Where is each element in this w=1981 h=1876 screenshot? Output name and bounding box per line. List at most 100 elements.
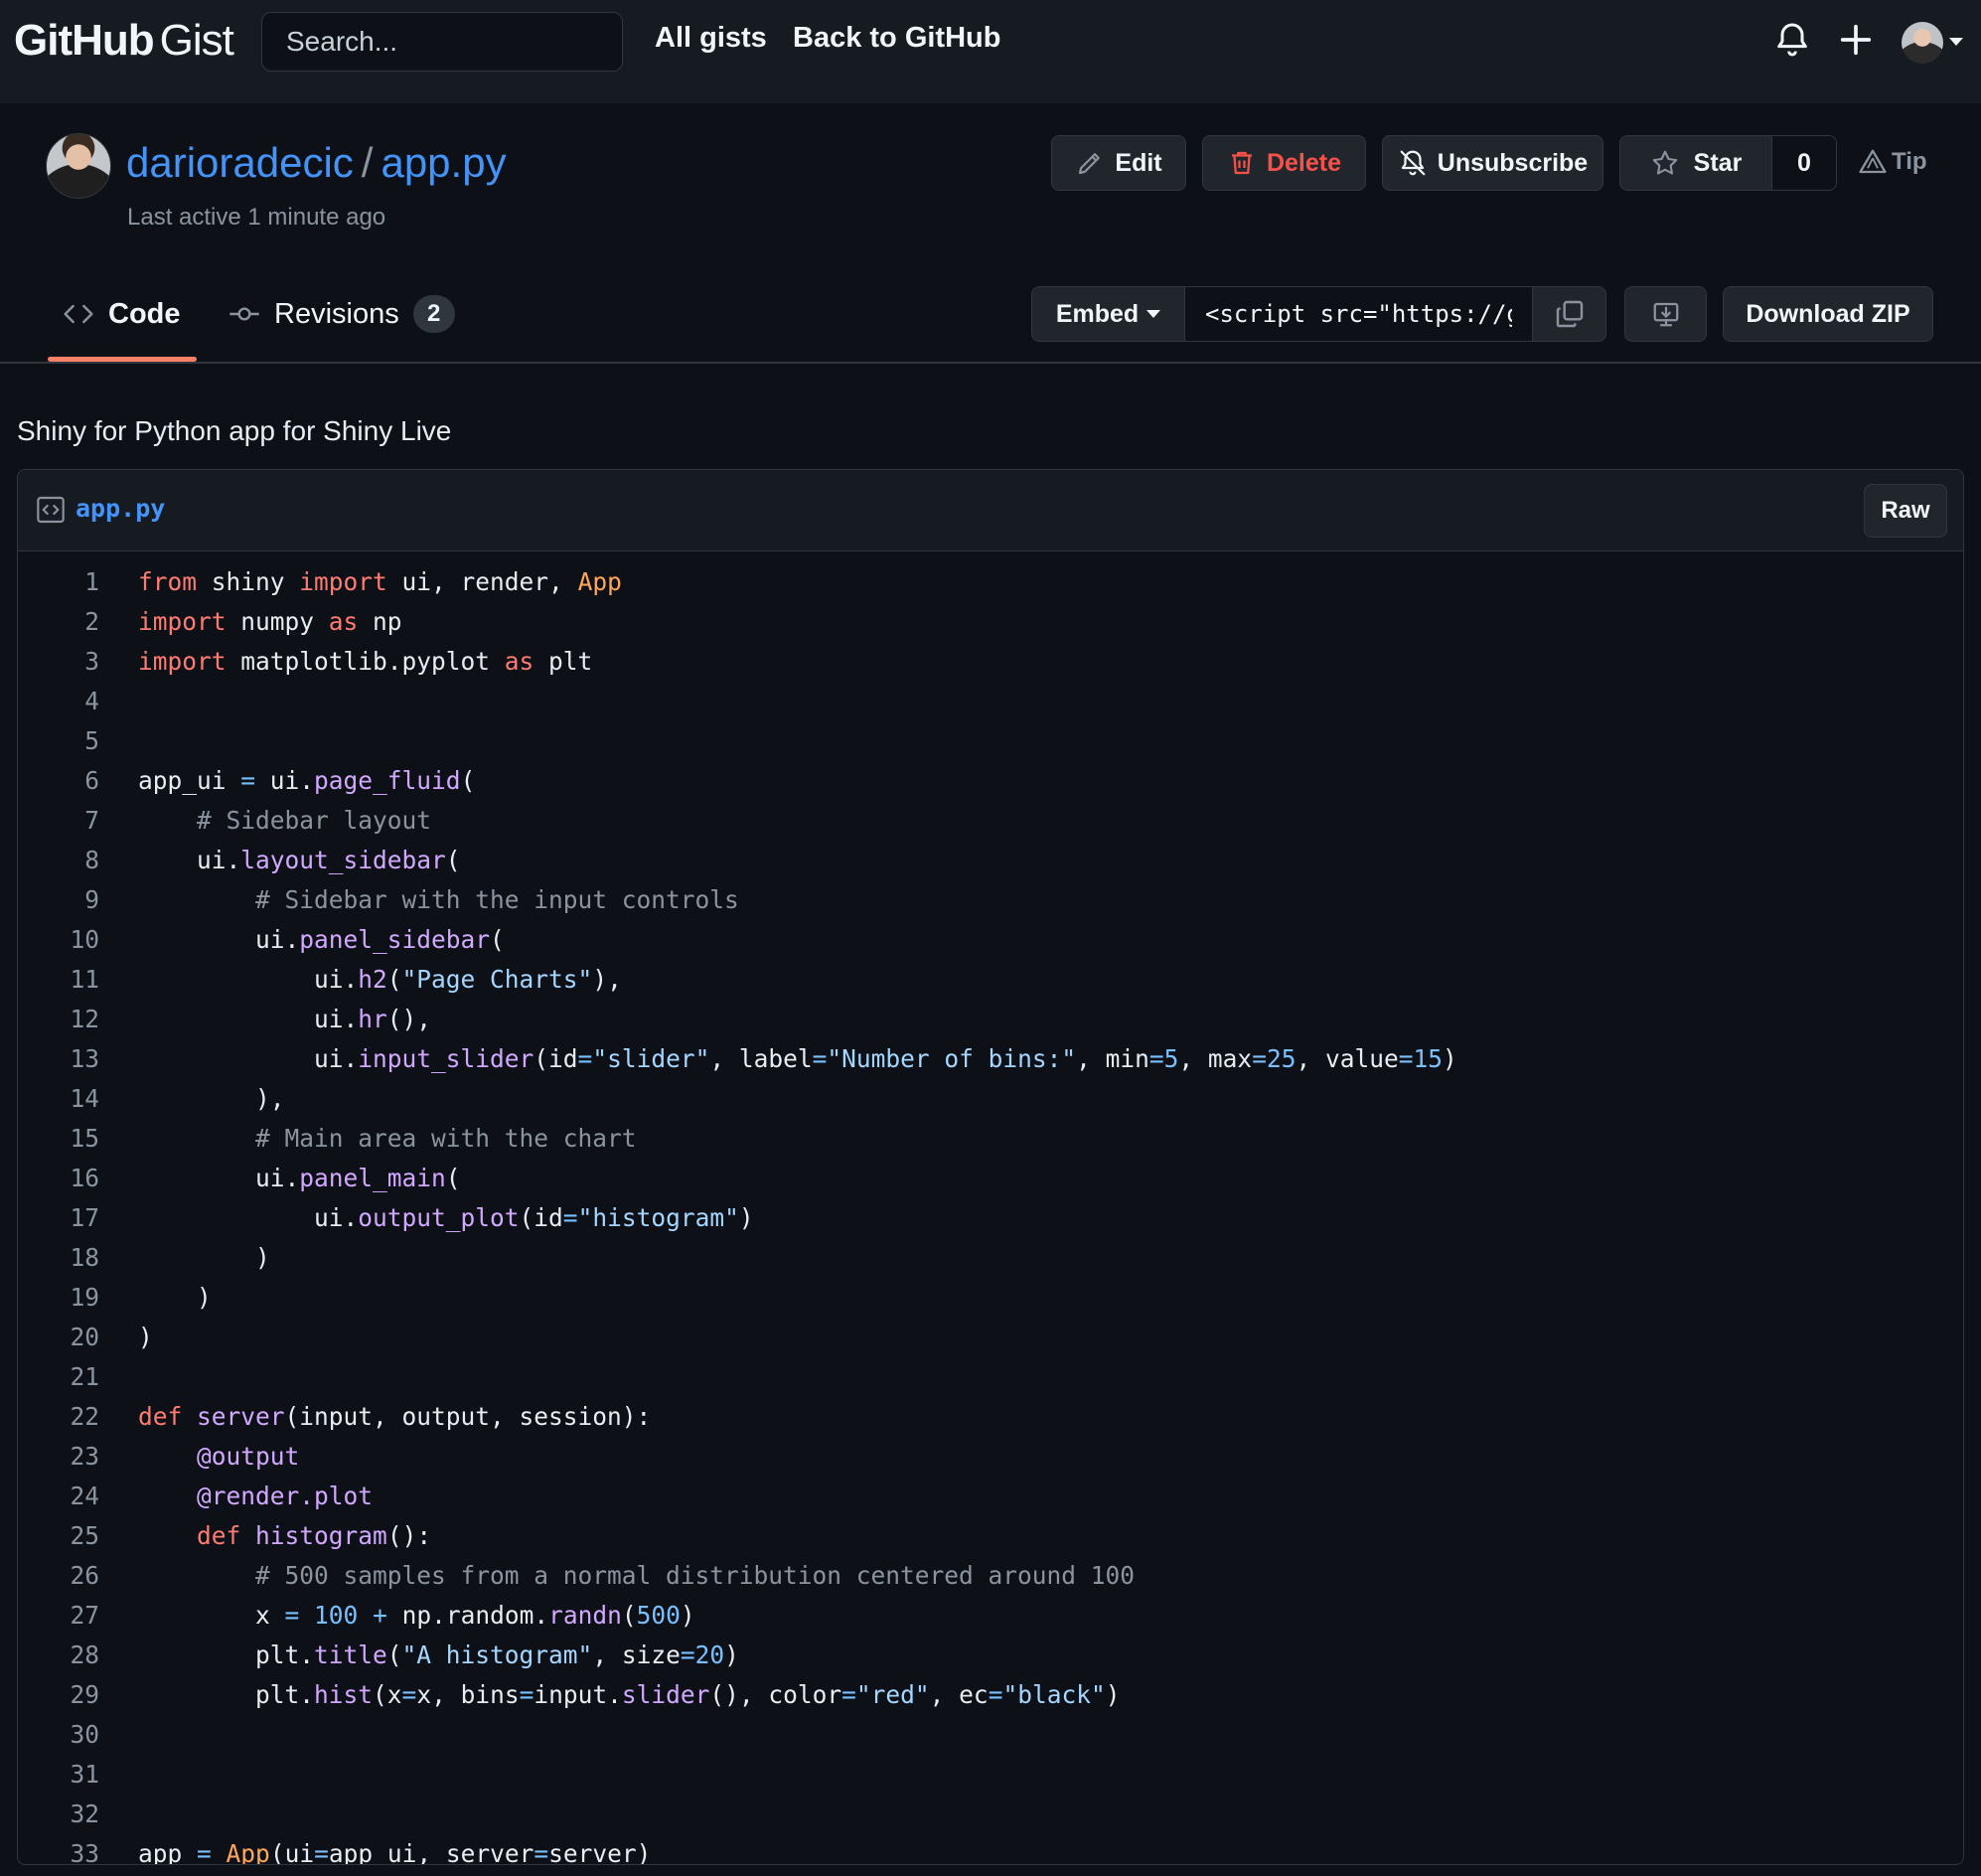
line-code: ) (99, 1283, 212, 1312)
embed-code-field[interactable] (1185, 287, 1533, 341)
line-number[interactable]: 19 (18, 1283, 99, 1312)
top-header: GitHubGist All gists Back to GitHub (0, 0, 1981, 103)
line-number[interactable]: 4 (18, 687, 99, 715)
line-code: ui.h2("Page Charts"), (99, 965, 622, 994)
code-token: x (138, 1600, 285, 1630)
line-number[interactable]: 32 (18, 1799, 99, 1828)
line-code: ) (99, 1323, 153, 1351)
gist-filename-link[interactable]: app.py (381, 139, 506, 186)
avatar[interactable] (1902, 22, 1943, 64)
line-number[interactable]: 3 (18, 647, 99, 676)
code-token: ui. (138, 845, 241, 874)
line-number[interactable]: 33 (18, 1839, 99, 1865)
search-input[interactable] (261, 12, 623, 72)
code-token: histogram (255, 1520, 387, 1550)
code-token: np (358, 606, 402, 636)
delete-label: Delete (1266, 148, 1342, 177)
code-token: import (138, 606, 227, 636)
code-token: (ui (269, 1838, 315, 1865)
all-gists-link[interactable]: All gists (655, 22, 767, 55)
line-number[interactable]: 24 (18, 1482, 99, 1510)
line-number[interactable]: 5 (18, 726, 99, 755)
download-zip-label: Download ZIP (1746, 299, 1910, 328)
line-number[interactable]: 28 (18, 1641, 99, 1669)
line-code: ui.input_slider(id="slider", label="Numb… (99, 1044, 1457, 1073)
tip-link[interactable]: Tip (1858, 147, 1927, 177)
line-number[interactable]: 13 (18, 1044, 99, 1073)
code-token: "black" (1002, 1679, 1106, 1709)
copy-icon (1556, 300, 1583, 328)
line-code: app = App(ui=app_ui, server=server) (99, 1838, 652, 1865)
line-code: @output (99, 1442, 299, 1471)
owner-avatar[interactable] (46, 133, 111, 199)
line-code: import numpy as np (99, 607, 402, 636)
code-token: = (314, 1838, 329, 1865)
code-token: ui. (255, 765, 315, 795)
line-number[interactable]: 9 (18, 885, 99, 914)
owner-link[interactable]: darioradecic (126, 139, 354, 186)
line-number[interactable]: 21 (18, 1362, 99, 1391)
line-number[interactable]: 31 (18, 1760, 99, 1789)
line-number[interactable]: 8 (18, 846, 99, 874)
tab-revisions[interactable]: Revisions 2 (229, 294, 455, 334)
line-number[interactable]: 1 (18, 567, 99, 596)
code-token: "red" (855, 1679, 930, 1709)
line-number[interactable]: 11 (18, 965, 99, 994)
open-desktop-button[interactable] (1624, 286, 1707, 342)
code-token: (id (533, 1043, 578, 1073)
edit-button[interactable]: Edit (1051, 135, 1186, 191)
code-line: 6 app_ui = ui.page_fluid( (18, 760, 1963, 800)
line-number[interactable]: 2 (18, 607, 99, 636)
code-token: ) (680, 1600, 695, 1630)
line-number[interactable]: 25 (18, 1521, 99, 1550)
tab-code[interactable]: Code (63, 294, 181, 334)
download-zip-button[interactable]: Download ZIP (1723, 286, 1933, 342)
line-number[interactable]: 7 (18, 806, 99, 835)
raw-button[interactable]: Raw (1864, 484, 1947, 538)
line-number[interactable]: 14 (18, 1084, 99, 1113)
code-token: server) (548, 1838, 652, 1865)
line-number[interactable]: 15 (18, 1124, 99, 1153)
line-number[interactable]: 26 (18, 1561, 99, 1590)
code-token: , min (1076, 1043, 1149, 1073)
plus-icon[interactable] (1836, 20, 1876, 60)
bell-icon[interactable] (1772, 20, 1812, 60)
back-to-github-link[interactable]: Back to GitHub (793, 22, 1000, 55)
code-token: = (812, 1043, 828, 1073)
unsubscribe-button[interactable]: Unsubscribe (1382, 135, 1603, 191)
line-number[interactable]: 20 (18, 1323, 99, 1351)
line-number[interactable]: 18 (18, 1243, 99, 1272)
github-gist-logo[interactable]: GitHub Gist (14, 16, 234, 66)
line-number[interactable]: 6 (18, 766, 99, 795)
line-number[interactable]: 17 (18, 1203, 99, 1232)
embed-dropdown[interactable]: Embed (1032, 287, 1185, 341)
file-name-link[interactable]: app.py (76, 494, 165, 523)
line-number[interactable]: 30 (18, 1720, 99, 1749)
star-count[interactable]: 0 (1772, 136, 1836, 190)
code-token: , value (1295, 1043, 1399, 1073)
code-line: 8 ui.layout_sidebar( (18, 840, 1963, 879)
tabs-divider (0, 362, 1981, 364)
delete-button[interactable]: Delete (1202, 135, 1366, 191)
code-token: = (841, 1679, 856, 1709)
copy-button[interactable] (1533, 287, 1605, 341)
line-number[interactable]: 22 (18, 1402, 99, 1431)
line-number[interactable]: 12 (18, 1005, 99, 1033)
code-line: 16 ui.panel_main( (18, 1158, 1963, 1197)
chevron-down-icon[interactable] (1949, 38, 1963, 46)
line-number[interactable]: 23 (18, 1442, 99, 1471)
line-number[interactable]: 29 (18, 1680, 99, 1709)
code-token: def (197, 1520, 241, 1550)
code-token: = (680, 1640, 695, 1669)
code-token: output_plot (358, 1202, 520, 1232)
star-button[interactable]: Star (1620, 136, 1772, 190)
line-number[interactable]: 16 (18, 1164, 99, 1192)
line-code: def histogram(): (99, 1521, 431, 1550)
tab-code-label: Code (108, 297, 181, 330)
line-number[interactable]: 27 (18, 1601, 99, 1630)
line-number[interactable]: 10 (18, 925, 99, 954)
